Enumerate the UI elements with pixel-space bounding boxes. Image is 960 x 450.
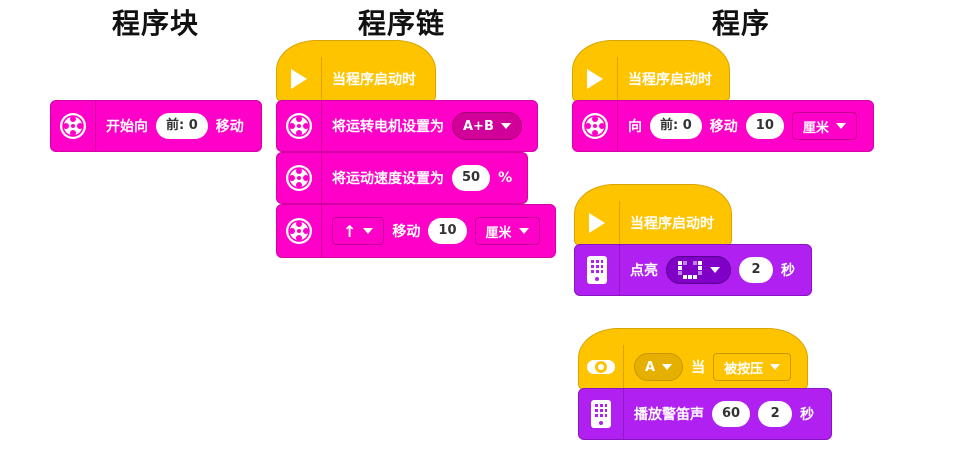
program1-move-block[interactable]: 向 前: 0 移动 10 厘米 [572, 100, 874, 152]
button-dropdown[interactable]: A [634, 353, 684, 381]
distance-input[interactable]: 10 [745, 113, 784, 139]
play-icon [277, 57, 322, 101]
set-motors-label: 将运转电机设置为 [332, 119, 444, 135]
unit-value: 厘米 [802, 120, 829, 136]
chevron-down-icon [710, 267, 720, 273]
program3-beep-block[interactable]: 播放警笛声 60 2 秒 [578, 388, 832, 440]
direction-input[interactable]: 前: 0 [650, 113, 702, 139]
play-icon [575, 201, 620, 245]
move-label: 移动 [709, 119, 738, 135]
move-block[interactable]: ↑ 移动 10 厘米 [276, 204, 556, 258]
smiley-matrix-icon [678, 261, 702, 279]
motor-icon [277, 101, 322, 151]
program3-button-hat[interactable]: A 当 被按压 [578, 328, 808, 390]
when-label: 当 [691, 360, 706, 376]
unit-value: 厘米 [485, 225, 512, 241]
motors-value: A+B [463, 118, 494, 134]
hat-label: 当程序启动时 [630, 216, 714, 232]
state-dropdown[interactable]: 被按压 [713, 353, 792, 381]
program2-start-hat[interactable]: 当程序启动时 [574, 184, 732, 246]
move-label: 移动 [392, 224, 421, 240]
distance-input[interactable]: 10 [428, 218, 467, 244]
note-input[interactable]: 60 [712, 401, 751, 427]
motor-icon [277, 153, 322, 203]
beep-unit: 秒 [800, 407, 815, 423]
hat-label: 当程序启动时 [628, 72, 712, 88]
chevron-down-icon [500, 123, 511, 129]
set-speed-label: 将运动速度设置为 [332, 171, 444, 187]
unit-dropdown[interactable]: 厘米 [791, 112, 857, 140]
start-label: 开始向 [106, 119, 148, 135]
move-label: 移动 [215, 119, 244, 135]
duration-input[interactable]: 2 [739, 257, 773, 283]
chevron-down-icon [363, 228, 374, 234]
button-value: A [645, 359, 656, 375]
chevron-down-icon [662, 364, 673, 370]
hub-icon [575, 245, 620, 295]
chain-start-hat[interactable]: 当程序启动时 [276, 40, 436, 102]
move-start-block[interactable]: 开始向 前: 0 移动 [50, 100, 262, 152]
direction-label: 向 [628, 119, 642, 135]
heading-program: 程序 [712, 7, 771, 40]
hat-label: 当程序启动时 [332, 72, 416, 88]
program1-start-hat[interactable]: 当程序启动时 [572, 40, 730, 102]
beep-label: 播放警笛声 [634, 407, 704, 423]
set-motors-block[interactable]: 将运转电机设置为 A+B [276, 100, 538, 152]
chevron-down-icon [835, 123, 846, 129]
arrow-up-icon: ↑ [343, 221, 357, 241]
motor-icon [277, 205, 322, 257]
play-icon [573, 57, 618, 101]
speed-input[interactable]: 50 [452, 165, 491, 191]
chevron-down-icon [770, 364, 781, 370]
program2-light-block[interactable]: 点亮 2 秒 [574, 244, 812, 296]
duration-unit: 秒 [781, 263, 795, 279]
speed-unit: % [498, 170, 513, 186]
heading-block: 程序块 [112, 7, 200, 40]
motor-icon [573, 101, 618, 151]
button-icon [579, 345, 624, 389]
motor-icon [51, 101, 96, 151]
image-dropdown[interactable] [666, 256, 731, 284]
direction-dropdown[interactable]: ↑ [332, 217, 385, 245]
beep-duration-input[interactable]: 2 [758, 401, 793, 427]
light-label: 点亮 [630, 263, 658, 279]
heading-chain: 程序链 [358, 7, 446, 40]
chevron-down-icon [518, 228, 529, 234]
unit-dropdown[interactable]: 厘米 [474, 217, 540, 245]
set-speed-block[interactable]: 将运动速度设置为 50 % [276, 152, 528, 204]
motors-dropdown[interactable]: A+B [452, 112, 522, 140]
state-value: 被按压 [724, 361, 764, 377]
hub-icon [579, 389, 624, 439]
direction-input[interactable]: 前: 0 [156, 113, 208, 139]
